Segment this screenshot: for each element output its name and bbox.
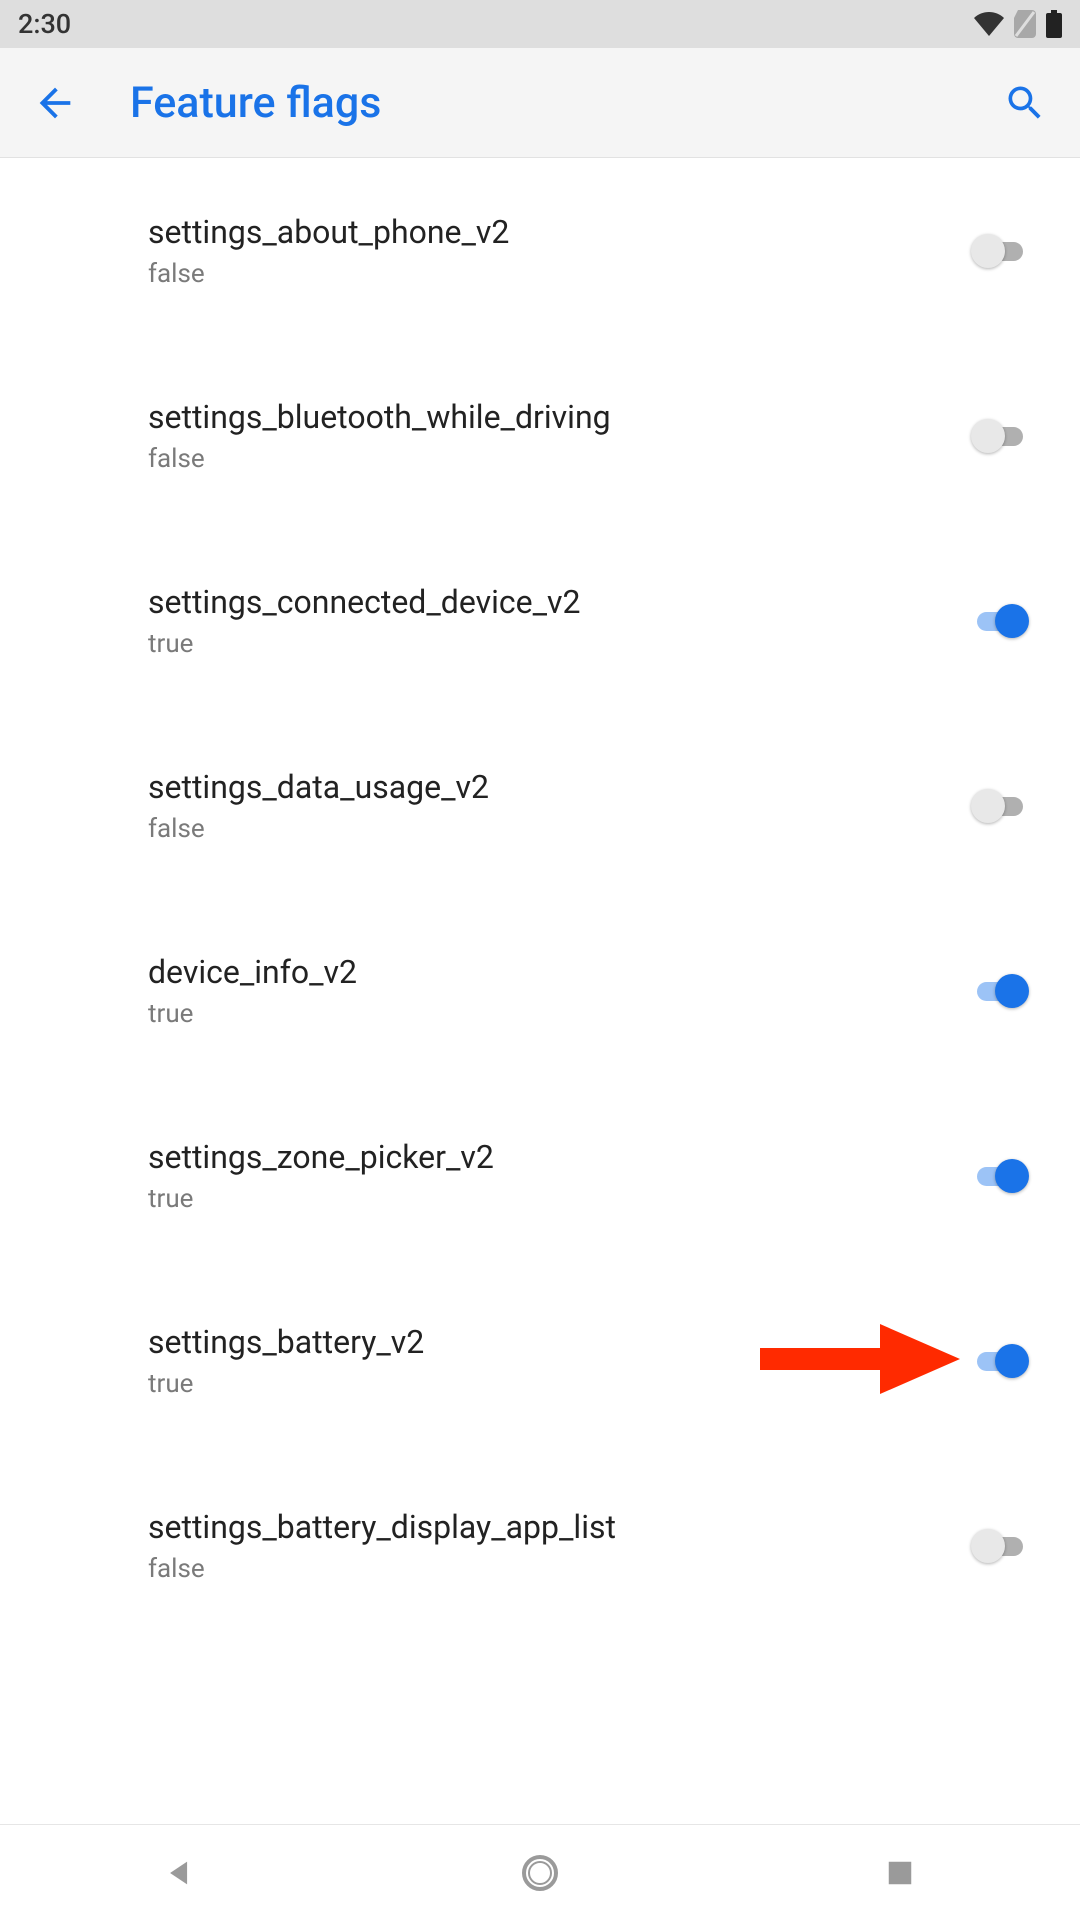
flag-name: settings_battery_v2 xyxy=(148,1322,960,1364)
search-icon xyxy=(1003,81,1047,125)
flag-toggle[interactable] xyxy=(971,974,1029,1008)
square-recents-icon xyxy=(885,1858,915,1888)
circle-home-icon xyxy=(520,1853,560,1893)
flag-row[interactable]: device_info_v2true xyxy=(0,918,1080,1063)
flag-row[interactable]: settings_about_phone_v2false xyxy=(0,178,1080,323)
flag-switch-wrap xyxy=(960,789,1040,823)
flag-text: settings_about_phone_v2false xyxy=(148,212,960,290)
triangle-back-icon xyxy=(163,1856,197,1890)
flag-switch-wrap xyxy=(960,419,1040,453)
flag-row[interactable]: settings_battery_v2true xyxy=(0,1288,1080,1433)
flag-toggle[interactable] xyxy=(971,234,1029,268)
wifi-icon xyxy=(974,12,1004,36)
flag-name: device_info_v2 xyxy=(148,952,960,994)
flag-toggle[interactable] xyxy=(971,789,1029,823)
flag-text: device_info_v2true xyxy=(148,952,960,1030)
nav-home-button[interactable] xyxy=(440,1825,640,1920)
page-title: Feature flags xyxy=(90,78,990,128)
flag-text: settings_battery_display_app_listfalse xyxy=(148,1507,960,1585)
flag-switch-wrap xyxy=(960,234,1040,268)
flag-toggle[interactable] xyxy=(971,419,1029,453)
flag-text: settings_data_usage_v2false xyxy=(148,767,960,845)
nav-recents-button[interactable] xyxy=(800,1825,1000,1920)
back-button[interactable] xyxy=(20,80,90,126)
flag-name: settings_connected_device_v2 xyxy=(148,582,960,624)
flag-name: settings_zone_picker_v2 xyxy=(148,1137,960,1179)
flag-text: settings_zone_picker_v2true xyxy=(148,1137,960,1215)
flag-toggle[interactable] xyxy=(971,1344,1029,1378)
flag-switch-wrap xyxy=(960,604,1040,638)
flag-toggle[interactable] xyxy=(971,1529,1029,1563)
flag-value: true xyxy=(148,1369,960,1399)
flag-text: settings_connected_device_v2true xyxy=(148,582,960,660)
flag-name: settings_about_phone_v2 xyxy=(148,212,960,254)
status-time: 2:30 xyxy=(18,8,71,40)
status-icons xyxy=(974,10,1062,38)
arrow-back-icon xyxy=(32,80,78,126)
flag-list: settings_about_phone_v2falsesettings_blu… xyxy=(0,158,1080,1618)
flag-value: true xyxy=(148,629,960,659)
flag-switch-wrap xyxy=(960,1529,1040,1563)
flag-name: settings_data_usage_v2 xyxy=(148,767,960,809)
flag-row[interactable]: settings_connected_device_v2true xyxy=(0,548,1080,693)
nav-back-button[interactable] xyxy=(80,1825,280,1920)
flag-switch-wrap xyxy=(960,974,1040,1008)
flag-switch-wrap xyxy=(960,1344,1040,1378)
flag-text: settings_bluetooth_while_drivingfalse xyxy=(148,397,960,475)
flag-row[interactable]: settings_battery_display_app_listfalse xyxy=(0,1473,1080,1618)
flag-toggle[interactable] xyxy=(971,604,1029,638)
battery-icon xyxy=(1046,10,1062,38)
flag-value: true xyxy=(148,1184,960,1214)
flag-value: false xyxy=(148,444,960,474)
flag-row[interactable]: settings_zone_picker_v2true xyxy=(0,1103,1080,1248)
status-bar: 2:30 xyxy=(0,0,1080,48)
flag-row[interactable]: settings_data_usage_v2false xyxy=(0,733,1080,878)
flag-row[interactable]: settings_bluetooth_while_drivingfalse xyxy=(0,363,1080,508)
flag-value: false xyxy=(148,259,960,289)
no-sim-icon xyxy=(1014,10,1036,38)
flag-name: settings_battery_display_app_list xyxy=(148,1507,960,1549)
navigation-bar xyxy=(0,1824,1080,1920)
flag-value: true xyxy=(148,999,960,1029)
flag-name: settings_bluetooth_while_driving xyxy=(148,397,960,439)
flag-value: false xyxy=(148,1554,960,1584)
flag-switch-wrap xyxy=(960,1159,1040,1193)
search-button[interactable] xyxy=(990,81,1060,125)
flag-text: settings_battery_v2true xyxy=(148,1322,960,1400)
flag-toggle[interactable] xyxy=(971,1159,1029,1193)
flag-value: false xyxy=(148,814,960,844)
app-header: Feature flags xyxy=(0,48,1080,158)
